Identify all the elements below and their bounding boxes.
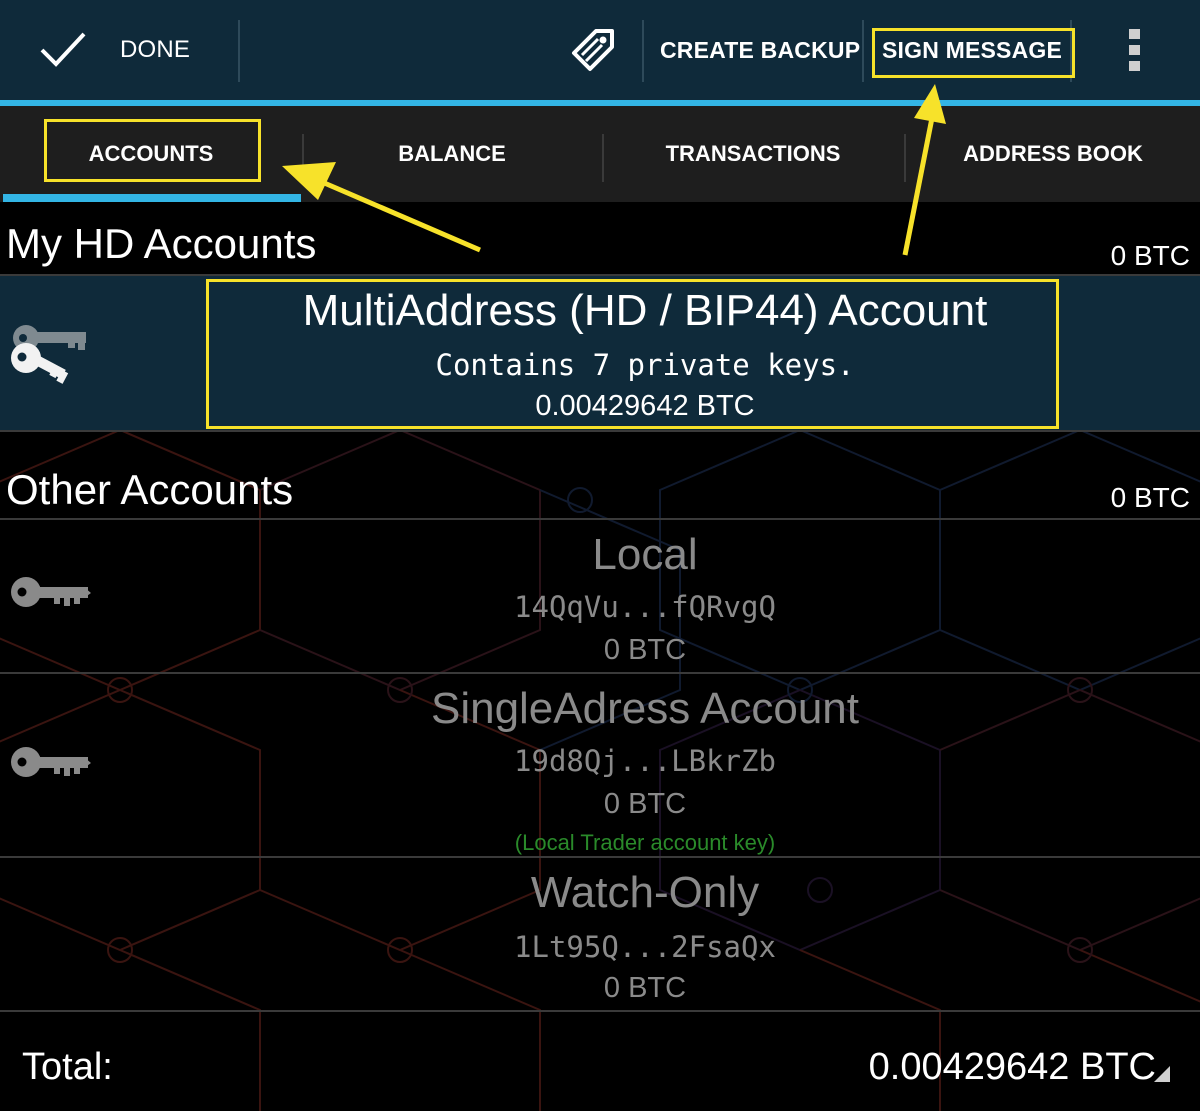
account-row-watch-only[interactable]: Watch-Only 1Lt95Q...2FsaQx 0 BTC xyxy=(0,858,1200,1012)
tab-bar: ACCOUNTS BALANCE TRANSACTIONS ADDRESS BO… xyxy=(0,106,1200,202)
account-row-single-address[interactable]: SingleAdress Account 19d8Qj...LBkrZb 0 B… xyxy=(0,674,1200,858)
hd-accounts-total: 0 BTC xyxy=(1110,240,1190,271)
account-row-local[interactable]: Local 14QqVu...fQRvgQ 0 BTC xyxy=(0,520,1200,674)
total-label: Total: xyxy=(22,1046,113,1088)
other-accounts-header: Other Accounts 0 BTC xyxy=(0,430,1200,520)
account-balance: 0 BTC xyxy=(603,972,687,1004)
hd-account-balance: 0.00429642 BTC xyxy=(535,390,755,422)
tab-address-book[interactable]: ADDRESS BOOK xyxy=(904,106,1200,202)
hd-accounts-title: My HD Accounts xyxy=(6,220,317,267)
action-bar-divider xyxy=(1070,20,1072,82)
overflow-menu-icon[interactable] xyxy=(1122,0,1148,100)
other-accounts-title: Other Accounts xyxy=(6,466,294,513)
account-address: 14QqVu...fQRvgQ xyxy=(514,590,776,624)
action-bar-divider xyxy=(238,20,240,82)
other-accounts-total: 0 BTC xyxy=(1110,482,1190,513)
action-bar: DONE CREATE BACKUP SIGN MESSAGE xyxy=(0,0,1200,100)
hd-account-row[interactable]: MultiAddress (HD / BIP44) Account Contai… xyxy=(0,276,1200,432)
account-address: 19d8Qj...LBkrZb xyxy=(514,744,776,778)
hd-account-name: MultiAddress (HD / BIP44) Account xyxy=(302,286,988,335)
action-bar-divider xyxy=(642,20,644,82)
account-name: SingleAdress Account xyxy=(430,684,860,733)
app-screen: DONE CREATE BACKUP SIGN MESSAGE ACCOUNTS xyxy=(0,0,1200,1111)
corner-indicator-icon xyxy=(1154,1066,1170,1082)
tag-icon[interactable] xyxy=(568,0,618,100)
account-address: 1Lt95Q...2FsaQx xyxy=(514,930,776,964)
hd-accounts-header: My HD Accounts 0 BTC xyxy=(0,202,1200,276)
done-button[interactable]: DONE xyxy=(120,0,190,100)
hd-account-subtitle: Contains 7 private keys. xyxy=(435,348,855,382)
tab-transactions[interactable]: TRANSACTIONS xyxy=(602,106,904,202)
selected-tab-indicator xyxy=(3,194,301,202)
account-balance: 0 BTC xyxy=(603,788,687,820)
create-backup-button[interactable]: CREATE BACKUP xyxy=(660,0,860,100)
account-name: Local xyxy=(592,530,698,579)
sign-message-button[interactable]: SIGN MESSAGE xyxy=(882,0,1062,100)
account-note: (Local Trader account key) xyxy=(514,830,776,855)
tab-balance[interactable]: BALANCE xyxy=(302,106,602,202)
total-value: 0.00429642 BTC xyxy=(868,1046,1156,1088)
tab-accounts[interactable]: ACCOUNTS xyxy=(0,106,302,202)
account-balance: 0 BTC xyxy=(603,634,687,666)
action-bar-divider xyxy=(862,20,864,82)
check-icon[interactable] xyxy=(38,0,88,100)
account-name: Watch-Only xyxy=(530,868,760,917)
